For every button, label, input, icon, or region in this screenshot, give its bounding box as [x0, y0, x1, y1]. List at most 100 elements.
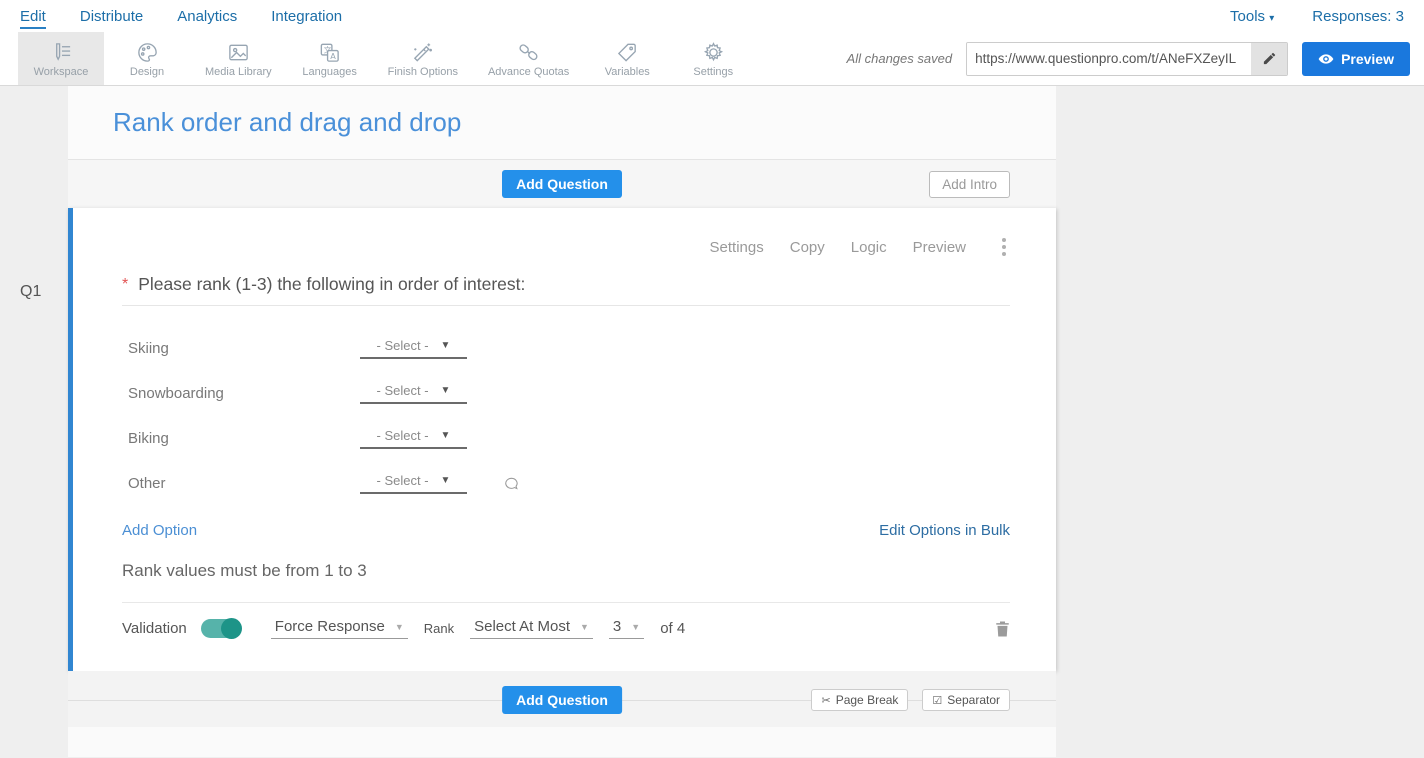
- tab-label: Design: [130, 66, 164, 78]
- option-label[interactable]: Snowboarding: [122, 385, 360, 402]
- image-icon: [227, 41, 250, 64]
- chevron-down-icon: ▾: [1269, 13, 1274, 24]
- save-status: All changes saved: [847, 51, 953, 66]
- rank-select-value: - Select -: [377, 383, 429, 398]
- option-row: Skiing - Select - ▼: [122, 326, 1010, 371]
- rank-select[interactable]: - Select - ▼: [360, 338, 467, 359]
- tab-label: Languages: [302, 66, 356, 78]
- tab-label: Media Library: [205, 66, 272, 78]
- translate-icon: 文 A: [318, 41, 341, 64]
- comment-bubble-icon[interactable]: [503, 476, 520, 492]
- between-questions-strip: Add Question ✂ Page Break ☑ Separator: [68, 671, 1056, 727]
- magic-wand-icon: [411, 41, 434, 64]
- tab-label: Workspace: [34, 66, 89, 78]
- option-label[interactable]: Other: [122, 475, 360, 492]
- rank-select-value: - Select -: [377, 473, 429, 488]
- tab-variables[interactable]: Variables: [584, 32, 670, 85]
- question-preview-link[interactable]: Preview: [913, 239, 966, 256]
- tab-label: Settings: [693, 66, 733, 78]
- validation-label: Validation: [122, 620, 187, 637]
- question-settings-link[interactable]: Settings: [710, 239, 764, 256]
- add-question-button-bottom[interactable]: Add Question: [502, 686, 622, 714]
- tab-media-library[interactable]: Media Library: [190, 32, 287, 85]
- chevron-down-icon: ▼: [441, 340, 451, 351]
- toggle-knob: [221, 618, 242, 639]
- question-menu: Settings Copy Logic Preview: [122, 208, 1010, 258]
- workspace-main: Q1 Rank order and drag and drop Add Ques…: [0, 86, 1424, 758]
- rank-label: Rank: [424, 621, 454, 636]
- edit-url-button[interactable]: [1251, 43, 1287, 75]
- editor-toolbar: Workspace Design Media Library 文 A Langu…: [0, 32, 1424, 86]
- required-asterisk: *: [122, 276, 128, 295]
- nav-item-distribute[interactable]: Distribute: [80, 4, 143, 29]
- survey-title-section: Rank order and drag and drop: [68, 86, 1056, 160]
- nav-item-analytics[interactable]: Analytics: [177, 4, 237, 29]
- page-break-button[interactable]: ✂ Page Break: [811, 689, 908, 711]
- force-response-select[interactable]: Force Response ▼: [271, 618, 408, 639]
- option-row: Other - Select - ▼: [122, 461, 1010, 506]
- survey-url-box: [966, 42, 1288, 76]
- pencil-icon: [1262, 51, 1277, 66]
- option-label[interactable]: Skiing: [122, 340, 360, 357]
- add-intro-button[interactable]: Add Intro: [929, 171, 1010, 198]
- tab-advance-quotas[interactable]: Advance Quotas: [473, 32, 584, 85]
- option-list: Skiing - Select - ▼ Snowboarding - Selec…: [122, 326, 1010, 506]
- force-response-value: Force Response: [275, 618, 385, 635]
- tab-settings[interactable]: Settings: [670, 32, 756, 85]
- tab-design[interactable]: Design: [104, 32, 190, 85]
- survey-title[interactable]: Rank order and drag and drop: [113, 107, 461, 138]
- tab-label: Finish Options: [388, 66, 458, 78]
- chevron-down-icon: ▼: [580, 622, 589, 632]
- select-mode-value: Select At Most: [474, 618, 570, 635]
- checkbox-checked-icon: ☑: [932, 694, 942, 707]
- add-question-strip: Add Question Add Intro: [68, 160, 1056, 208]
- edit-options-bulk-link[interactable]: Edit Options in Bulk: [879, 522, 1010, 539]
- select-mode-select[interactable]: Select At Most ▼: [470, 618, 593, 639]
- chain-links-icon: [517, 41, 540, 64]
- workspace-icon: [50, 41, 73, 64]
- question-title-row: * Please rank (1-3) the following in ord…: [122, 274, 1010, 306]
- question-logic-link[interactable]: Logic: [851, 239, 887, 256]
- delete-question-button[interactable]: [995, 620, 1010, 638]
- add-option-link[interactable]: Add Option: [122, 522, 197, 539]
- tab-label: Variables: [605, 66, 650, 78]
- next-section-area: [68, 727, 1056, 757]
- top-nav-links: Edit Distribute Analytics Integration: [20, 4, 342, 29]
- rank-range-note: Rank values must be from 1 to 3: [122, 561, 1010, 581]
- question-copy-link[interactable]: Copy: [790, 239, 825, 256]
- kebab-menu-icon[interactable]: [998, 236, 1010, 258]
- rank-select[interactable]: - Select - ▼: [360, 383, 467, 404]
- question-text[interactable]: Please rank (1-3) the following in order…: [138, 274, 525, 295]
- question-card: Settings Copy Logic Preview * Please ran…: [68, 208, 1056, 671]
- validation-row: Validation Force Response ▼ Rank Select …: [122, 602, 1010, 654]
- tab-finish-options[interactable]: Finish Options: [373, 32, 473, 85]
- chevron-down-icon: ▼: [441, 430, 451, 441]
- chevron-down-icon: ▼: [441, 475, 451, 486]
- validation-toggle[interactable]: [201, 619, 241, 638]
- option-label[interactable]: Biking: [122, 430, 360, 447]
- tab-languages[interactable]: 文 A Languages: [287, 32, 373, 85]
- option-actions-row: Add Option Edit Options in Bulk: [122, 522, 1010, 539]
- chevron-down-icon: ▼: [631, 622, 640, 632]
- tools-menu[interactable]: Tools ▾: [1230, 8, 1274, 25]
- rank-count-select[interactable]: 3 ▼: [609, 618, 644, 639]
- palette-icon: [136, 41, 159, 64]
- preview-button[interactable]: Preview: [1302, 42, 1410, 76]
- tab-workspace[interactable]: Workspace: [18, 32, 104, 85]
- tag-icon: [616, 41, 639, 64]
- responses-link[interactable]: Responses: 3: [1312, 8, 1404, 25]
- survey-url-input[interactable]: [967, 43, 1251, 75]
- nav-item-integration[interactable]: Integration: [271, 4, 342, 29]
- rank-select[interactable]: - Select - ▼: [360, 473, 467, 494]
- rank-select-value: - Select -: [377, 428, 429, 443]
- scissors-icon: ✂: [821, 694, 830, 707]
- rank-select[interactable]: - Select - ▼: [360, 428, 467, 449]
- rank-count-value: 3: [613, 618, 621, 635]
- add-question-button-top[interactable]: Add Question: [502, 170, 622, 198]
- tab-label: Advance Quotas: [488, 66, 569, 78]
- preview-label: Preview: [1341, 51, 1394, 67]
- separator-button[interactable]: ☑ Separator: [922, 689, 1010, 711]
- option-row: Biking - Select - ▼: [122, 416, 1010, 461]
- separator-label: Separator: [947, 693, 1000, 707]
- nav-item-edit[interactable]: Edit: [20, 4, 46, 29]
